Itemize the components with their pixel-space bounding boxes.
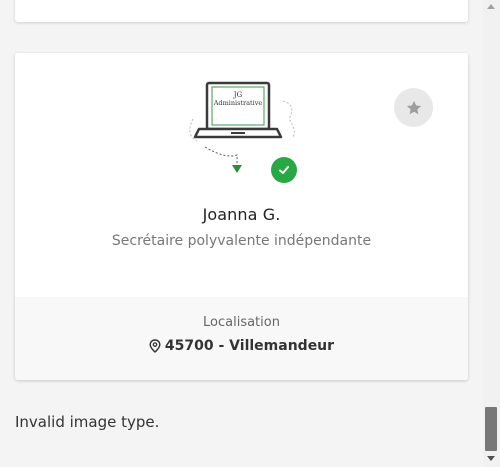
location-value: 45700 - Villemandeur	[164, 338, 335, 354]
vertical-scrollbar[interactable]	[483, 0, 500, 467]
check-icon	[279, 166, 289, 174]
previous-card	[15, 0, 468, 22]
profile-card-footer: Localisation 45700 - Villemandeur	[15, 297, 468, 380]
profile-card-body: JG Administrative Joanna G. Secrétaire p…	[15, 53, 468, 297]
scroll-up-arrow-icon[interactable]	[487, 4, 495, 9]
favorite-button[interactable]	[394, 88, 433, 127]
profile-role: Secrétaire polyvalente indépendante	[111, 233, 372, 249]
location-label: Localisation	[203, 315, 280, 330]
logo-text-line1: JG	[233, 91, 243, 99]
profile-name[interactable]: Joanna G.	[15, 205, 468, 224]
invalid-image-message: Invalid image type.	[15, 413, 160, 431]
profile-card[interactable]: JG Administrative Joanna G. Secrétaire p…	[15, 53, 468, 380]
location-value-row: 45700 - Villemandeur	[15, 338, 468, 354]
map-pin-icon	[149, 339, 161, 353]
verified-badge	[271, 157, 297, 183]
star-icon	[406, 100, 421, 114]
logo-text-line2: Administrative	[213, 99, 263, 107]
scroll-down-arrow-icon[interactable]	[487, 456, 495, 461]
page: JG Administrative Joanna G. Secrétaire p…	[0, 0, 483, 467]
scroll-thumb[interactable]	[485, 407, 497, 451]
